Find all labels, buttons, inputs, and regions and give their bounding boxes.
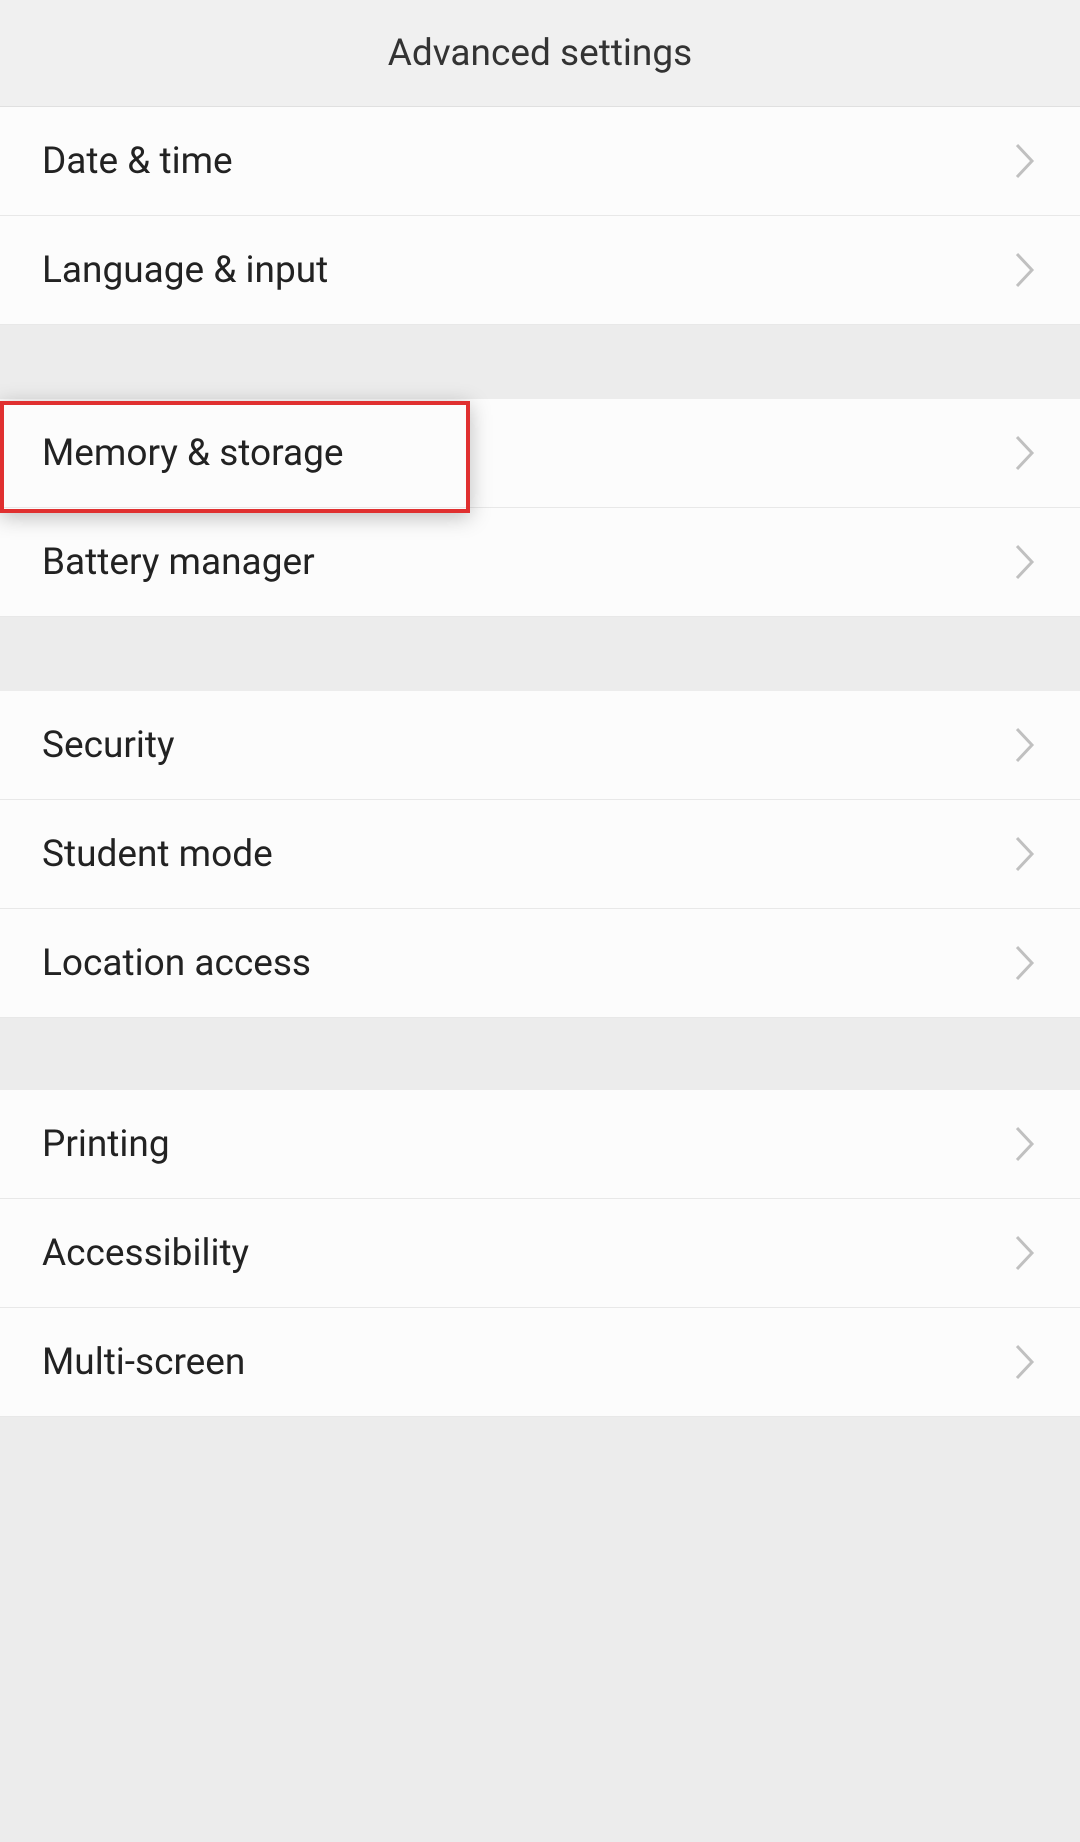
chevron-right-icon xyxy=(1012,1234,1038,1272)
printing-item[interactable]: Printing xyxy=(0,1090,1080,1199)
chevron-right-icon xyxy=(1012,726,1038,764)
memory-storage-item[interactable]: Memory & storage xyxy=(0,399,1080,508)
accessibility-item[interactable]: Accessibility xyxy=(0,1199,1080,1308)
chevron-right-icon xyxy=(1012,434,1038,472)
item-label: Accessibility xyxy=(42,1232,249,1275)
item-label: Memory & storage xyxy=(42,432,344,475)
header: Advanced settings xyxy=(0,0,1080,107)
item-label: Security xyxy=(42,724,175,767)
chevron-right-icon xyxy=(1012,1343,1038,1381)
location-access-item[interactable]: Location access xyxy=(0,909,1080,1018)
date-time-item[interactable]: Date & time xyxy=(0,107,1080,216)
battery-manager-item[interactable]: Battery manager xyxy=(0,508,1080,617)
page-title: Advanced settings xyxy=(388,32,692,75)
language-input-item[interactable]: Language & input xyxy=(0,216,1080,325)
item-label: Printing xyxy=(42,1123,170,1166)
item-label: Language & input xyxy=(42,249,328,292)
item-label: Battery manager xyxy=(42,541,315,584)
item-label: Student mode xyxy=(42,833,273,876)
multi-screen-item[interactable]: Multi-screen xyxy=(0,1308,1080,1417)
chevron-right-icon xyxy=(1012,142,1038,180)
chevron-right-icon xyxy=(1012,944,1038,982)
item-label: Date & time xyxy=(42,140,233,183)
chevron-right-icon xyxy=(1012,543,1038,581)
item-label: Location access xyxy=(42,942,311,985)
chevron-right-icon xyxy=(1012,1125,1038,1163)
chevron-right-icon xyxy=(1012,251,1038,289)
security-item[interactable]: Security xyxy=(0,691,1080,800)
section-gap xyxy=(0,325,1080,399)
section-gap xyxy=(0,1018,1080,1090)
section-gap xyxy=(0,617,1080,691)
student-mode-item[interactable]: Student mode xyxy=(0,800,1080,909)
item-label: Multi-screen xyxy=(42,1341,245,1384)
chevron-right-icon xyxy=(1012,835,1038,873)
